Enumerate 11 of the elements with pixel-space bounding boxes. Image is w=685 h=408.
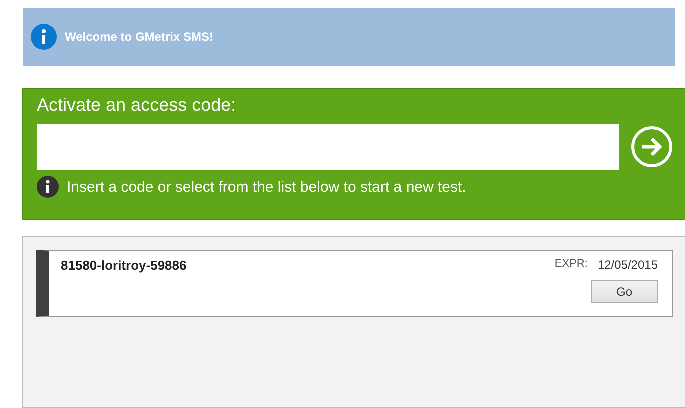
access-code-field[interactable] (37, 124, 619, 170)
access-code: 81580-loritroy-59886 (61, 258, 187, 275)
expiry-label: EXPR: (554, 258, 588, 272)
welcome-text: Welcome to GMetrix SMS! (65, 30, 214, 44)
arrow-right-icon[interactable] (631, 126, 673, 168)
info-icon (37, 176, 59, 198)
hint-text: Insert a code or select from the list below to start a new test. (67, 178, 466, 196)
activate-title: Activate an access code: (37, 95, 238, 116)
expiry-date: 12/05/2015 (598, 258, 658, 272)
go-button[interactable]: Go (591, 280, 658, 303)
info-icon (31, 24, 57, 50)
